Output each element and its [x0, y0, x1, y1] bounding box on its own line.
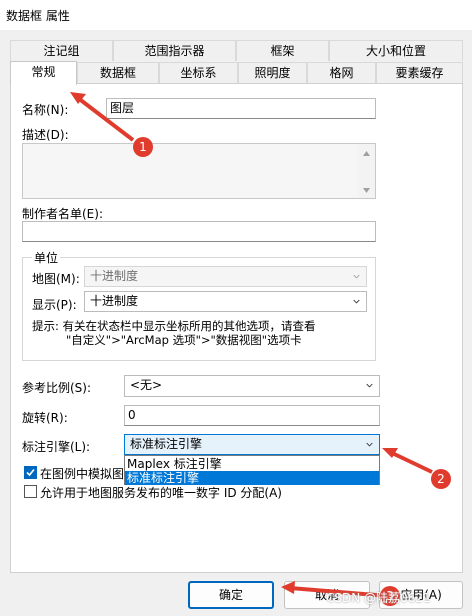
tab-feature-cache[interactable]: 要素缓存	[376, 62, 463, 83]
annotation-badge-2: 2	[431, 469, 451, 489]
tab-general[interactable]: 常规	[10, 61, 77, 85]
map-units-dropdown[interactable]: 十进制度	[84, 266, 367, 287]
label-engine-dropdown[interactable]: 标准标注引擎	[124, 434, 380, 455]
reference-scale-value: <无>	[130, 378, 163, 392]
display-units-dropdown[interactable]: 十进制度	[84, 291, 367, 312]
map-units-value: 十进制度	[90, 269, 139, 283]
tab-grids[interactable]: 格网	[307, 62, 376, 83]
watermark: CSDN @陆荔0621	[326, 591, 431, 605]
option-maplex-engine[interactable]: Maplex 标注引擎	[125, 457, 379, 471]
author-input[interactable]	[22, 221, 376, 242]
units-group-label: 单位	[32, 249, 61, 266]
author-label: 制作者名单(E):	[22, 207, 103, 221]
simulate-legend-checkbox[interactable]	[24, 466, 37, 479]
reference-scale-combo[interactable]: <无>	[124, 375, 380, 397]
scroll-arrows-icon	[363, 151, 370, 193]
checkmark-icon	[26, 468, 35, 477]
chevron-down-icon	[366, 442, 373, 447]
display-units-value: 十进制度	[90, 294, 139, 308]
map-units-label: 地图(M):	[32, 272, 80, 286]
simulate-legend-label: 在图例中模拟图	[40, 467, 125, 481]
description-label: 描述(D):	[22, 128, 69, 142]
tab-coordinate-system[interactable]: 坐标系	[159, 62, 238, 83]
label-engine-options-list: Maplex 标注引擎 标准标注引擎	[124, 455, 380, 485]
chevron-down-icon	[366, 383, 373, 388]
description-scrollbar[interactable]	[358, 144, 375, 198]
tab-extent-indicators[interactable]: 范围指示器	[113, 40, 236, 61]
tab-frame[interactable]: 框架	[236, 40, 329, 61]
ok-button[interactable]: 确定	[188, 581, 274, 609]
rotation-input[interactable]: 0	[124, 405, 380, 426]
option-standard-engine[interactable]: 标准标注引擎	[125, 471, 379, 485]
tab-illumination[interactable]: 照明度	[238, 62, 307, 83]
units-tip-line2: "自定义">"ArcMap 选项">"数据视图"选项卡	[66, 333, 302, 347]
window-title: 数据框 属性	[6, 9, 70, 23]
chevron-down-icon	[353, 299, 360, 304]
chevron-down-icon	[353, 274, 360, 279]
description-textarea[interactable]	[22, 143, 376, 199]
tab-size-position[interactable]: 大小和位置	[329, 40, 463, 61]
unique-id-checkbox[interactable]	[24, 485, 37, 498]
title-bar: 数据框 属性	[0, 0, 472, 30]
label-engine-value: 标准标注引擎	[130, 437, 203, 451]
tab-data-frame[interactable]: 数据框	[77, 62, 159, 83]
annotation-badge-1: 1	[133, 137, 153, 157]
tab-annotation-groups[interactable]: 注记组	[10, 40, 113, 61]
name-label: 名称(N):	[22, 103, 69, 117]
name-input[interactable]: 图层	[106, 98, 376, 119]
unique-id-label: 允许用于地图服务发布的唯一数字 ID 分配(A)	[40, 486, 282, 500]
rotation-label: 旋转(R):	[22, 411, 68, 425]
display-units-label: 显示(P):	[32, 298, 77, 312]
reference-scale-label: 参考比例(S):	[22, 381, 92, 395]
label-engine-label: 标注引擎(L):	[22, 440, 91, 454]
